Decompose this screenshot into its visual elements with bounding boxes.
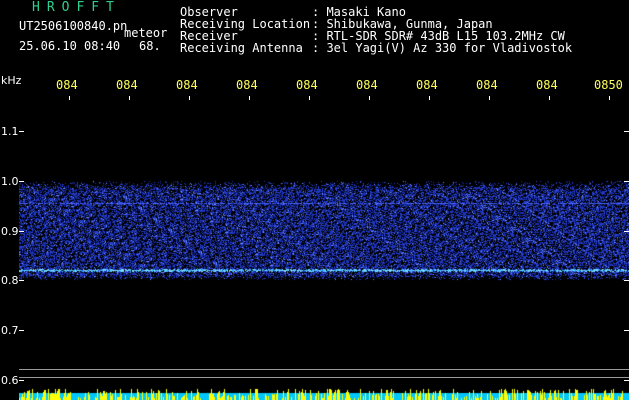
y-tick bbox=[19, 231, 24, 232]
y-tick bbox=[624, 131, 629, 132]
time-label: 084 bbox=[56, 78, 78, 92]
freq-label: 1.0 bbox=[1, 175, 19, 188]
y-tick bbox=[19, 380, 24, 381]
freq-label: 0.8 bbox=[1, 274, 19, 287]
datetime-label: 25.06.10 08:40 bbox=[19, 39, 121, 53]
count-label: 68. bbox=[139, 39, 161, 53]
freq-label: 0.6 bbox=[1, 374, 19, 387]
x-tick bbox=[249, 96, 250, 100]
y-axis-unit: kHz bbox=[1, 74, 22, 87]
x-tick bbox=[489, 96, 490, 100]
y-tick bbox=[19, 131, 24, 132]
x-tick bbox=[429, 96, 430, 100]
antenna-value: : 3el Yagi(V) Az 330 for Vladivostok bbox=[312, 41, 573, 55]
time-label: 084 bbox=[296, 78, 318, 92]
mode-label: meteor bbox=[124, 26, 168, 40]
file-name: UT2506100840.pn bbox=[19, 19, 128, 33]
reference-line bbox=[19, 369, 629, 370]
y-tick bbox=[19, 330, 24, 331]
x-tick bbox=[189, 96, 190, 100]
time-label: 084 bbox=[416, 78, 438, 92]
y-tick bbox=[624, 330, 629, 331]
y-tick bbox=[624, 280, 629, 281]
x-tick bbox=[549, 96, 550, 100]
y-tick bbox=[19, 181, 24, 182]
time-label: 084 bbox=[536, 78, 558, 92]
freq-label: 0.7 bbox=[1, 324, 19, 337]
antenna-label: Receiving Antenna bbox=[180, 41, 303, 55]
spectrogram bbox=[19, 96, 629, 400]
y-tick bbox=[19, 280, 24, 281]
freq-label: 0.9 bbox=[1, 225, 19, 238]
reference-line bbox=[19, 377, 629, 378]
app-title: HROFFT bbox=[32, 0, 121, 15]
time-label: 084 bbox=[116, 78, 138, 92]
x-tick bbox=[69, 96, 70, 100]
time-label: 084 bbox=[476, 78, 498, 92]
time-label: 084 bbox=[176, 78, 198, 92]
y-tick bbox=[624, 231, 629, 232]
y-tick bbox=[624, 380, 629, 381]
x-tick bbox=[609, 96, 610, 100]
time-label: 084 bbox=[236, 78, 258, 92]
x-tick bbox=[309, 96, 310, 100]
freq-label: 1.1 bbox=[1, 125, 19, 138]
time-label: 084 bbox=[356, 78, 378, 92]
y-tick bbox=[624, 181, 629, 182]
hrofft-window: HROFFT UT2506100840.pn meteor 25.06.10 0… bbox=[0, 0, 629, 400]
x-tick bbox=[129, 96, 130, 100]
x-tick bbox=[369, 96, 370, 100]
time-label: 0850 bbox=[594, 78, 623, 92]
